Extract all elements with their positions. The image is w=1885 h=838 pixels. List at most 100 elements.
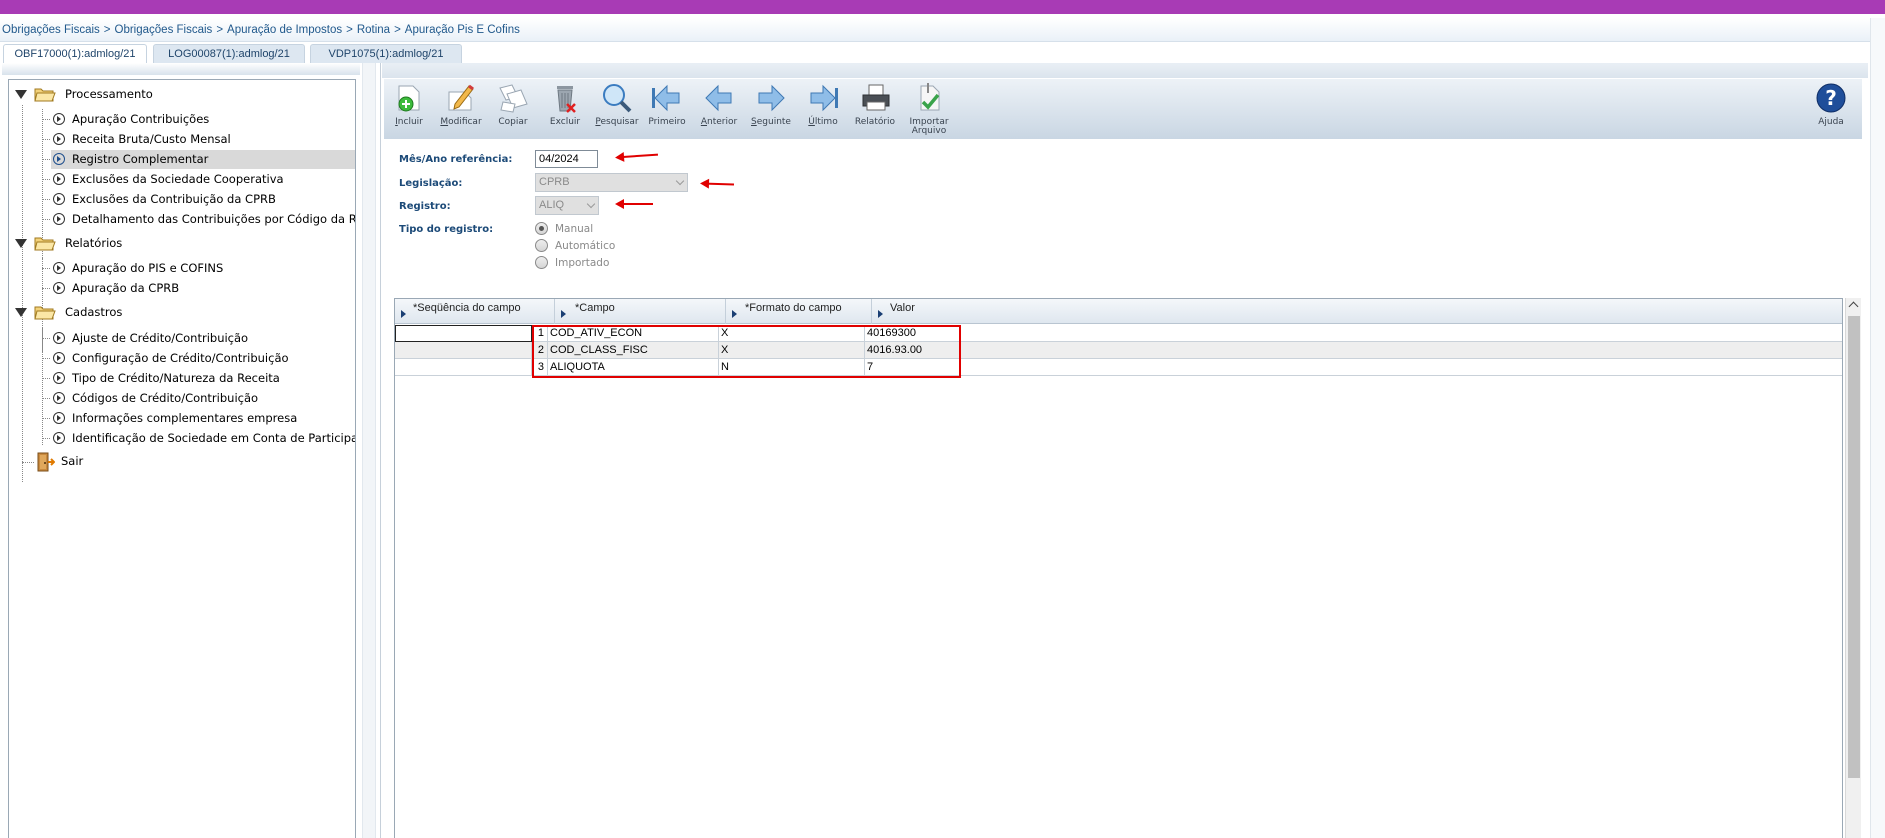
delete-button[interactable]: Excluir [540,79,590,137]
circle-arrow-icon [53,352,65,364]
radio-automatic[interactable] [535,239,548,252]
copy-button[interactable]: Copiar [488,79,538,137]
radio-manual[interactable] [535,222,548,235]
toolbar-label: Incluir [395,117,423,127]
next-button[interactable]: Seguinte [746,79,796,137]
column-header-format[interactable]: *Formato do campo [726,299,872,324]
tree-item[interactable]: Tipo de Crédito/Natureza da Receita [51,369,355,388]
sort-arrow-icon [401,310,406,318]
breadcrumb-item[interactable]: Obrigações Fiscais [2,24,100,36]
toolbar-label: Pesquisar [595,117,639,127]
previous-button[interactable]: Anterior [694,79,744,137]
column-header-sequence[interactable]: *Seqüência do campo [395,299,555,324]
tab-obf17000[interactable]: OBF17000(1):admlog/21 [3,44,147,63]
next-icon [758,84,785,112]
breadcrumb-item[interactable]: Rotina [357,24,390,36]
tree-item[interactable]: Códigos de Crédito/Contribuição [51,389,355,408]
tab-vdp1075[interactable]: VDP1075(1):admlog/21 [310,44,462,63]
tree-item[interactable]: Identificação de Sociedade em Conta de P… [51,429,355,448]
import-icon [920,83,940,111]
tree-item[interactable]: Exclusões da Contribuição da CPRB [51,190,355,209]
first-button[interactable]: Primeiro [642,79,692,137]
circle-arrow-icon [53,193,65,205]
toolbar: Incluir Modificar Copiar Excluir Pesquis… [384,79,1862,139]
tree-item[interactable]: Apuração Contribuições [51,110,355,129]
breadcrumb-item[interactable]: Apuração de Impostos [227,24,342,36]
value-cell[interactable]: 7 [865,359,1842,376]
tree-group-cadastros[interactable]: Cadastros [9,303,355,322]
tree-item[interactable]: Exclusões da Sociedade Cooperativa [51,170,355,189]
search-icon [603,84,632,113]
tree-item[interactable]: Ajuste de Crédito/Contribuição [51,329,355,348]
sort-arrow-icon [561,310,566,318]
modify-button[interactable]: Modificar [436,79,486,137]
tree-connector [42,199,50,200]
tree-item-label: Detalhamento das Contribuições por Códig… [72,212,355,226]
circle-arrow-icon [53,213,65,225]
include-button[interactable]: Incluir [384,79,434,137]
grid-scrollbar[interactable] [1845,298,1861,838]
toolbar-label: Primeiro [648,117,686,127]
circle-arrow-icon [53,432,65,444]
tree-item[interactable]: Detalhamento das Contribuições por Códig… [51,210,355,229]
breadcrumb-separator: > [346,24,353,36]
navigation-tree: Processamento Apuração Contribuições Rec… [8,79,356,838]
tree-item[interactable]: Apuração da CPRB [51,279,355,298]
column-header-label: *Formato do campo [745,302,842,314]
tree-group-label: Relatórios [65,236,123,250]
panel-splitter[interactable] [362,63,376,838]
column-header-field[interactable]: *Campo [555,299,726,324]
row-selector-cell[interactable] [395,359,532,376]
expand-arrow-icon[interactable] [15,308,27,317]
focused-cell[interactable] [395,325,532,342]
register-label: Registro: [399,201,451,212]
first-icon [652,84,680,112]
circle-arrow-icon [53,262,65,274]
tree-item[interactable]: Apuração do PIS e COFINS [51,259,355,278]
expand-arrow-icon[interactable] [15,239,27,248]
tree-item-exit[interactable]: Sair [33,452,153,472]
circle-arrow-icon [53,372,65,384]
tree-item-label: Identificação de Sociedade em Conta de P… [72,431,355,445]
tree-connector [42,327,43,445]
circle-arrow-icon [53,392,65,404]
tree-group-processamento[interactable]: Processamento [9,85,355,104]
tree-item[interactable]: Informações complementares empresa [51,409,355,428]
tree-item[interactable]: Configuração de Crédito/Contribuição [51,349,355,368]
circle-arrow-icon [53,153,65,165]
copy-icon [499,84,528,113]
legislation-label: Legislação: [399,178,463,189]
tree-group-relatorios[interactable]: Relatórios [9,234,355,253]
tree-item-selected[interactable]: Registro Complementar [51,150,355,169]
legislation-select[interactable]: CPRB [535,173,688,192]
tree-connector [42,159,50,160]
last-button[interactable]: Último [798,79,848,137]
tree-connector [42,179,50,180]
add-icon [398,85,420,112]
column-header-value[interactable]: Valor [872,299,1842,324]
circle-arrow-icon [53,412,65,424]
tree-item[interactable]: Receita Bruta/Custo Mensal [51,130,355,149]
toolbar-label: Modificar [440,117,482,127]
search-button[interactable]: Pesquisar [592,79,642,137]
fields-grid: *Seqüência do campo *Campo *Formato do c… [394,298,1843,838]
last-icon [810,84,838,112]
column-header-label: *Seqüência do campo [413,302,521,314]
expand-arrow-icon[interactable] [15,90,27,99]
tab-log00087[interactable]: LOG00087(1):admlog/21 [153,44,305,63]
row-selector-cell[interactable] [395,342,532,359]
tree-connector [42,338,50,339]
scrollbar-thumb[interactable] [1848,316,1860,778]
exit-door-icon [37,452,55,472]
register-select[interactable]: ALIQ [535,196,599,215]
report-button[interactable]: Relatório [850,79,900,137]
value-cell[interactable]: 4016.93.00 [865,342,1842,359]
scroll-up-icon[interactable] [1848,301,1859,312]
breadcrumb-item[interactable]: Obrigações Fiscais [115,24,213,36]
period-input[interactable]: 04/2024 [535,150,598,168]
value-cell[interactable]: 40169300 [865,325,1842,342]
import-file-button[interactable]: Importar Arquivo [904,79,954,137]
radio-imported[interactable] [535,256,548,269]
help-button[interactable]: ? Ajuda [1804,79,1858,137]
breadcrumb-item-current[interactable]: Apuração Pis E Cofins [405,24,520,36]
